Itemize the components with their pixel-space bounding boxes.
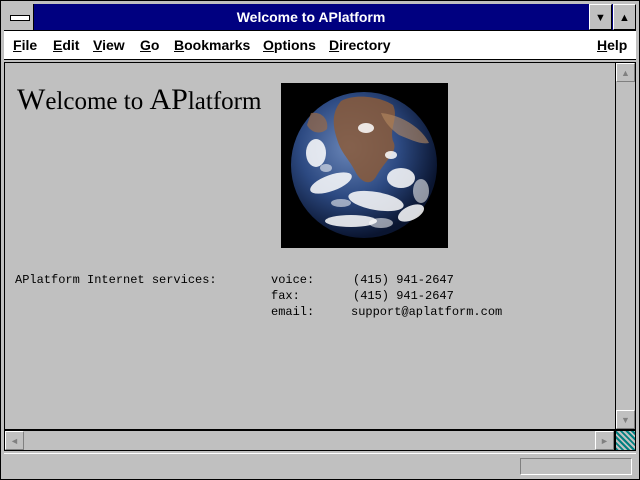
menu-view[interactable]: View: [93, 31, 125, 59]
status-bar: [4, 453, 636, 477]
earth-globe-icon: [291, 92, 437, 238]
voice-value: (415) 941-2647: [353, 273, 454, 287]
maximize-button[interactable]: ▲: [613, 4, 636, 30]
services-label: APlatform Internet services:: [15, 273, 217, 287]
menu-options[interactable]: Options: [263, 31, 316, 59]
earth-image: [281, 83, 448, 248]
vertical-scrollbar[interactable]: ▲ ▼: [615, 62, 636, 430]
voice-label: voice:: [271, 273, 315, 287]
scroll-right-icon: ►: [600, 436, 609, 446]
page-content: Welcome to APlatform APlatform Internet …: [4, 62, 615, 430]
menu-directory[interactable]: Directory: [329, 31, 390, 59]
menu-bar: File Edit View Go Bookmarks Options Dire…: [4, 31, 636, 60]
browser-window: Welcome to APlatform ▼ ▲ File Edit View …: [0, 0, 640, 480]
email-label: email:: [271, 305, 315, 319]
scroll-up-button[interactable]: ▲: [616, 63, 635, 82]
resize-grip[interactable]: [615, 430, 636, 451]
minimize-icon: ▼: [595, 12, 606, 24]
scroll-down-button[interactable]: ▼: [616, 410, 635, 429]
scroll-up-icon: ▲: [621, 68, 630, 78]
status-field: [520, 458, 632, 475]
email-value: support@aplatform.com: [351, 305, 503, 319]
window-title: Welcome to APlatform: [236, 9, 386, 25]
scroll-left-button[interactable]: ◄: [5, 431, 24, 450]
scroll-left-icon: ◄: [10, 436, 19, 446]
menu-help[interactable]: Help: [597, 31, 627, 59]
scroll-right-button[interactable]: ►: [595, 431, 614, 450]
menu-bookmarks[interactable]: Bookmarks: [174, 31, 250, 59]
maximize-icon: ▲: [619, 12, 630, 24]
horizontal-scrollbar[interactable]: ◄ ►: [4, 430, 615, 451]
menu-file[interactable]: File: [13, 31, 37, 59]
page-heading: Welcome to APlatform: [17, 83, 262, 116]
fax-value: (415) 941-2647: [353, 289, 454, 303]
scroll-down-icon: ▼: [621, 415, 630, 425]
system-menu-icon: [10, 15, 30, 21]
system-menu-button[interactable]: [4, 4, 34, 30]
menu-edit[interactable]: Edit: [53, 31, 79, 59]
minimize-button[interactable]: ▼: [589, 4, 612, 30]
fax-label: fax:: [271, 289, 300, 303]
menu-go[interactable]: Go: [140, 31, 159, 59]
title-bar[interactable]: Welcome to APlatform ▼ ▲: [4, 4, 636, 31]
